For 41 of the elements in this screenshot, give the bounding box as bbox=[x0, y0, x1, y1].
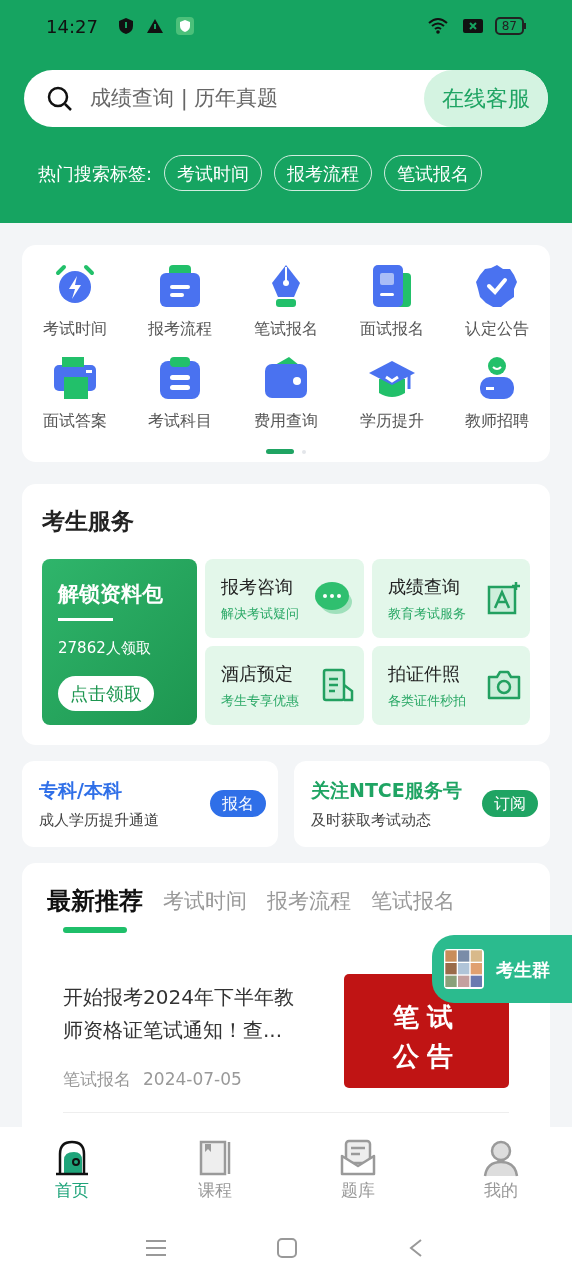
search-icon bbox=[46, 84, 74, 113]
service-item[interactable]: 成绩查询 教育考试服务 bbox=[371, 558, 530, 638]
warning-icon bbox=[145, 18, 164, 34]
banner-subtitle: 及时获取考试动态 bbox=[311, 809, 432, 831]
shield-icon bbox=[117, 17, 134, 35]
shortcut-item[interactable]: 考试时间 bbox=[22, 261, 128, 341]
shield-app-icon bbox=[175, 17, 194, 35]
no-sim-icon bbox=[462, 18, 483, 34]
promo-card[interactable]: 解锁资料包 27862人领取 点击领取 bbox=[42, 558, 197, 725]
menu-icon[interactable] bbox=[145, 1237, 167, 1258]
promo-banner[interactable]: 专科/本科 成人学历提升通道 报名 bbox=[22, 760, 278, 847]
letter-card-icon bbox=[486, 580, 522, 616]
article-category: 笔试报名 bbox=[63, 1067, 131, 1091]
claim-count: 27862人领取 bbox=[58, 638, 152, 659]
service-item[interactable]: 报考咨询 解决考试疑问 bbox=[205, 558, 364, 638]
promo-title: 解锁资料包 bbox=[58, 580, 164, 608]
shortcut-item[interactable]: 学历提升 bbox=[338, 353, 445, 433]
service-item[interactable]: 拍证件照 各类证件秒拍 bbox=[371, 645, 530, 725]
shortcut-item[interactable]: 认定公告 bbox=[444, 261, 550, 341]
banner-subtitle: 成人学历提升通道 bbox=[39, 809, 159, 831]
section-title: 考生服务 bbox=[42, 507, 135, 536]
status-time: 14:27 bbox=[46, 14, 98, 39]
banner-title: 关注NTCE服务号 bbox=[311, 778, 462, 803]
battery-indicator: 87 bbox=[494, 17, 526, 35]
service-item[interactable]: 酒店预定 考生专享优惠 bbox=[205, 645, 364, 725]
shortcut-item[interactable]: 教师招聘 bbox=[444, 353, 550, 433]
hot-tags-label: 热门搜索标签: bbox=[38, 161, 153, 186]
banner-title: 专科/本科 bbox=[39, 778, 123, 803]
shortcut-item[interactable]: 报考流程 bbox=[127, 261, 234, 341]
claim-button[interactable]: 点击领取 bbox=[58, 675, 154, 711]
shortcut-item[interactable]: 面试答案 bbox=[22, 353, 128, 433]
home-square-icon[interactable] bbox=[277, 1237, 297, 1258]
shortcut-item[interactable]: 考试科目 bbox=[127, 353, 234, 433]
feed-tab[interactable]: 最新推荐 bbox=[47, 882, 143, 933]
shortcut-item[interactable]: 笔试报名 bbox=[233, 261, 339, 341]
article-date: 2024-07-05 bbox=[143, 1067, 242, 1091]
article-title[interactable]: 开始报考2024年下半年教师资格证笔试通知！查... bbox=[63, 980, 313, 1047]
shortcut-item[interactable]: 费用查询 bbox=[233, 353, 339, 433]
promo-banner[interactable]: 关注NTCE服务号 及时获取考试动态 订阅 bbox=[294, 760, 550, 847]
shortcut-item[interactable]: 面试报名 bbox=[338, 261, 445, 341]
banner-button[interactable]: 报名 bbox=[210, 790, 266, 817]
